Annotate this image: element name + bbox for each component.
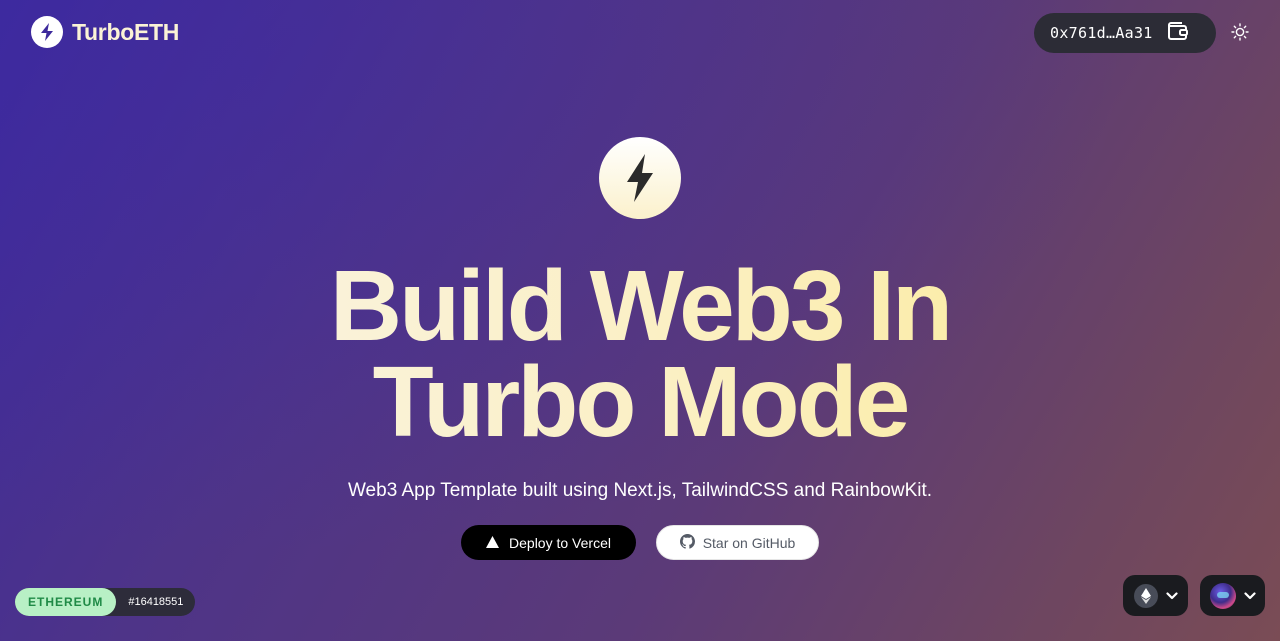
theme-toggle-button[interactable] [1228, 22, 1252, 46]
hero-title-line-2: Turbo Mode [372, 346, 908, 458]
hero-title-line-1: Build Web3 In [329, 250, 951, 362]
chevron-down-icon [1243, 587, 1256, 605]
avatar [1209, 582, 1236, 609]
wallet-address: 0x761d…Aa31 [1050, 24, 1153, 42]
network-name: ETHEREUM [15, 588, 117, 616]
chain-selector-button[interactable] [1123, 575, 1188, 616]
wallet-icon [1167, 21, 1189, 46]
lightning-bolt-icon [31, 16, 63, 48]
brand-link[interactable]: TurboETH [31, 16, 179, 48]
ethereum-icon [1133, 583, 1158, 608]
block-number: #16418551 [128, 596, 184, 608]
wallet-account-button[interactable]: 0x761d…Aa31 [1034, 13, 1216, 53]
brand-name: TurboETH [72, 18, 180, 45]
account-menu-button[interactable] [1200, 575, 1265, 616]
deploy-to-vercel-button[interactable]: Deploy to Vercel [461, 525, 636, 560]
hero-title: Build Web3 In Turbo Mode [0, 258, 1280, 450]
triangle-icon [486, 535, 500, 551]
chevron-down-icon [1165, 587, 1178, 605]
hero-lightning-bolt-icon [599, 137, 681, 219]
github-button-label: Star on GitHub [702, 534, 796, 551]
github-icon [679, 533, 695, 552]
sun-icon [1231, 22, 1249, 46]
hero-subtitle: Web3 App Template built using Next.js, T… [347, 480, 933, 501]
network-status-badge: ETHEREUM #16418551 [15, 588, 196, 616]
deploy-button-label: Deploy to Vercel [509, 534, 611, 551]
star-on-github-button[interactable]: Star on GitHub [656, 525, 819, 560]
